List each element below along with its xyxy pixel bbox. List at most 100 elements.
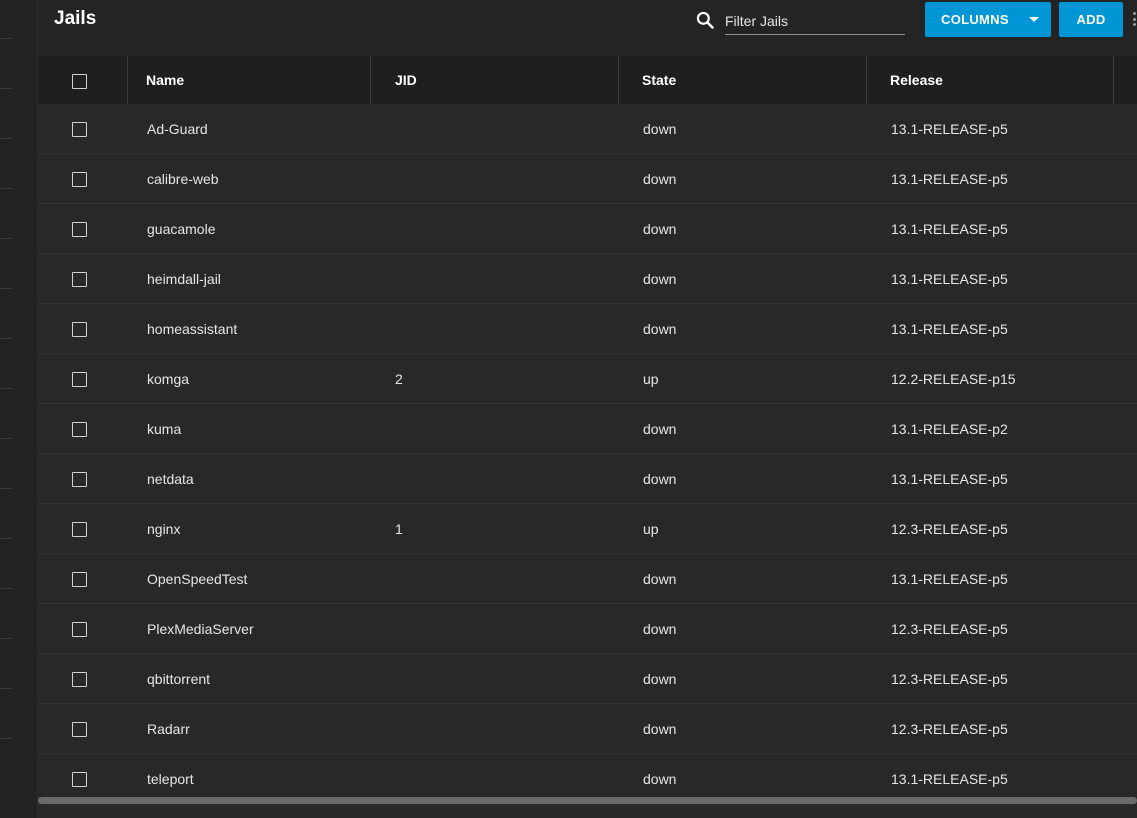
- row-checkbox[interactable]: [72, 572, 87, 587]
- cell-name: nginx: [147, 521, 181, 537]
- rail-divider: [0, 488, 12, 489]
- row-checkbox[interactable]: [72, 322, 87, 337]
- row-select-cell: [38, 504, 128, 554]
- cell-release: 13.1-RELEASE-p5: [891, 471, 1008, 487]
- cell-state: down: [643, 321, 677, 337]
- rail-divider: [0, 338, 12, 339]
- columns-button-label: COLUMNS: [941, 12, 1009, 27]
- cell-release: 12.2-RELEASE-p15: [891, 371, 1016, 387]
- row-checkbox[interactable]: [72, 672, 87, 687]
- rail-divider: [0, 38, 12, 39]
- cell-jid: [395, 454, 619, 504]
- column-header-release[interactable]: Release: [867, 56, 1114, 104]
- row-checkbox[interactable]: [72, 172, 87, 187]
- cell-state: up: [643, 371, 659, 387]
- table-row[interactable]: guacamole down 13.1-RELEASE-p5: [38, 204, 1137, 254]
- row-select-cell: [38, 654, 128, 704]
- cell-state: down: [643, 671, 677, 687]
- table-row[interactable]: netdata down 13.1-RELEASE-p5: [38, 454, 1137, 504]
- row-checkbox[interactable]: [72, 772, 87, 787]
- scrollbar-thumb[interactable]: [38, 797, 1137, 804]
- row-checkbox[interactable]: [72, 622, 87, 637]
- cell-state: down: [643, 421, 677, 437]
- row-select-cell: [38, 154, 128, 204]
- cell-release: 13.1-RELEASE-p5: [891, 121, 1008, 137]
- left-rail: [0, 0, 38, 818]
- cell-name: PlexMediaServer: [147, 621, 254, 637]
- cell-release: 12.3-RELEASE-p5: [891, 671, 1008, 687]
- column-header-jid[interactable]: JID: [371, 56, 619, 104]
- filter-jails-input[interactable]: [725, 7, 905, 35]
- cell-jid: [395, 604, 619, 654]
- rail-divider: [0, 188, 12, 189]
- caret-down-icon: [1029, 17, 1039, 22]
- columns-button[interactable]: COLUMNS: [925, 2, 1051, 37]
- select-all-cell: [38, 56, 128, 104]
- cell-name: homeassistant: [147, 321, 238, 337]
- row-select-cell: [38, 254, 128, 304]
- row-select-cell: [38, 104, 128, 154]
- row-select-cell: [38, 554, 128, 604]
- row-select-cell: [38, 404, 128, 454]
- cell-state: down: [643, 571, 677, 587]
- cell-name: Ad-Guard: [147, 121, 208, 137]
- table-row[interactable]: kuma down 13.1-RELEASE-p2: [38, 404, 1137, 454]
- cell-state: down: [643, 721, 677, 737]
- cell-state: down: [643, 621, 677, 637]
- row-select-cell: [38, 454, 128, 504]
- row-checkbox[interactable]: [72, 122, 87, 137]
- cell-jid: [395, 254, 619, 304]
- rail-divider: [0, 238, 12, 239]
- cell-release: 13.1-RELEASE-p5: [891, 321, 1008, 337]
- cell-name: qbittorrent: [147, 671, 211, 687]
- cell-release: 13.1-RELEASE-p5: [891, 271, 1008, 287]
- cell-jid: [395, 304, 619, 354]
- rail-divider: [0, 288, 12, 289]
- search-icon[interactable]: [695, 10, 715, 30]
- cell-release: 13.1-RELEASE-p2: [891, 421, 1008, 437]
- jails-table: Name JID State Release Ad-Guard down 13.1-…: [38, 56, 1137, 804]
- cell-jid: [395, 204, 619, 254]
- table-row[interactable]: PlexMediaServer down 12.3-RELEASE-p5: [38, 604, 1137, 654]
- rail-divider: [0, 738, 12, 739]
- rail-divider: [0, 538, 12, 539]
- row-checkbox[interactable]: [72, 522, 87, 537]
- table-row[interactable]: OpenSpeedTest down 13.1-RELEASE-p5: [38, 554, 1137, 604]
- cell-jid: [395, 654, 619, 704]
- cell-jid: [395, 554, 619, 604]
- cell-state: down: [643, 121, 677, 137]
- cell-state: down: [643, 221, 677, 237]
- table-row[interactable]: komga 2 up 12.2-RELEASE-p15: [38, 354, 1137, 404]
- cell-name: komga: [147, 371, 190, 387]
- cell-name: kuma: [147, 421, 182, 437]
- column-header-state[interactable]: State: [619, 56, 867, 104]
- row-checkbox[interactable]: [72, 722, 87, 737]
- table-row[interactable]: calibre-web down 13.1-RELEASE-p5: [38, 154, 1137, 204]
- table-row[interactable]: Radarr down 12.3-RELEASE-p5: [38, 704, 1137, 754]
- cell-jid: [395, 104, 619, 154]
- cell-name: OpenSpeedTest: [147, 571, 248, 587]
- column-header-name[interactable]: Name: [128, 56, 371, 104]
- cell-name: calibre-web: [147, 171, 219, 187]
- table-row[interactable]: Ad-Guard down 13.1-RELEASE-p5: [38, 104, 1137, 154]
- add-button[interactable]: ADD: [1059, 2, 1123, 37]
- cell-jid: 1: [395, 521, 403, 537]
- table-body: Ad-Guard down 13.1-RELEASE-p5 calibre-web do…: [38, 104, 1137, 804]
- row-select-cell: [38, 304, 128, 354]
- table-row[interactable]: homeassistant down 13.1-RELEASE-p5: [38, 304, 1137, 354]
- table-row[interactable]: heimdall-jail down 13.1-RELEASE-p5: [38, 254, 1137, 304]
- row-checkbox[interactable]: [72, 222, 87, 237]
- horizontal-scrollbar[interactable]: [38, 797, 1137, 805]
- cell-name: guacamole: [147, 221, 216, 237]
- row-checkbox[interactable]: [72, 472, 87, 487]
- row-checkbox[interactable]: [72, 272, 87, 287]
- cell-name: Radarr: [147, 721, 190, 737]
- row-checkbox[interactable]: [72, 422, 87, 437]
- table-row[interactable]: qbittorrent down 12.3-RELEASE-p5: [38, 654, 1137, 704]
- select-all-checkbox[interactable]: [72, 74, 87, 89]
- rail-divider: [0, 388, 12, 389]
- cell-release: 13.1-RELEASE-p5: [891, 221, 1008, 237]
- more-vert-icon[interactable]: [1132, 12, 1137, 26]
- table-row[interactable]: nginx 1 up 12.3-RELEASE-p5: [38, 504, 1137, 554]
- row-checkbox[interactable]: [72, 372, 87, 387]
